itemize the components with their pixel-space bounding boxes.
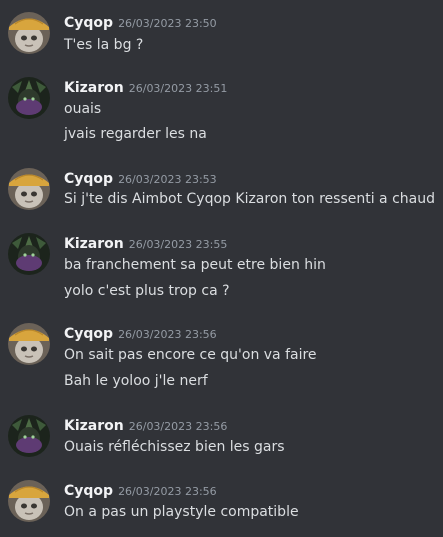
timestamp: 26/03/2023 23:56 — [128, 420, 228, 433]
kizaron-avatar-icon — [8, 415, 50, 457]
message-text: ouais — [64, 101, 102, 117]
timestamp: 26/03/2023 23:51 — [128, 82, 228, 95]
message-header: Cyqop 26/03/2023 23:56 — [64, 480, 217, 500]
username[interactable]: Cyqop — [64, 171, 113, 187]
kizaron-avatar-icon — [8, 77, 50, 119]
message-text: On sait pas encore ce qu'on va faire — [64, 347, 317, 363]
message-text: ba franchement sa peut etre bien hin — [64, 257, 326, 273]
message-header: Kizaron 26/03/2023 23:51 — [64, 77, 227, 97]
message-text: yolo c'est plus trop ca ? — [64, 283, 230, 299]
message-text: Si j'te dis Aimbot Cyqop Kizaron ton res… — [64, 191, 435, 207]
timestamp: 26/03/2023 23:53 — [118, 173, 217, 186]
message-header: Kizaron 26/03/2023 23:56 — [64, 415, 227, 435]
timestamp: 26/03/2023 23:50 — [118, 17, 217, 30]
avatar[interactable] — [8, 480, 50, 522]
timestamp: 26/03/2023 23:55 — [128, 238, 228, 251]
avatar[interactable] — [8, 12, 50, 54]
chat-messages: Cyqop 26/03/2023 23:50 T'es la bg ? Kizar… — [0, 0, 443, 537]
cyqop-avatar-icon — [8, 323, 50, 365]
message-text: On a pas un playstyle compatible — [64, 504, 299, 520]
message-text: jvais regarder les na — [64, 126, 207, 142]
username[interactable]: Kizaron — [64, 418, 124, 434]
message-text: Bah le yoloo j'le nerf — [64, 373, 208, 389]
message-text: Ouais réfléchissez bien les gars — [64, 439, 285, 455]
avatar[interactable] — [8, 233, 50, 275]
message-text: T'es la bg ? — [64, 37, 144, 53]
message-header: Cyqop 26/03/2023 23:56 — [64, 323, 217, 343]
message-header: Cyqop 26/03/2023 23:53 — [64, 168, 217, 188]
timestamp: 26/03/2023 23:56 — [118, 328, 217, 341]
timestamp: 26/03/2023 23:56 — [118, 485, 217, 498]
username[interactable]: Kizaron — [64, 236, 124, 252]
cyqop-avatar-icon — [8, 12, 50, 54]
message-header: Kizaron 26/03/2023 23:55 — [64, 233, 227, 253]
avatar[interactable] — [8, 323, 50, 365]
avatar[interactable] — [8, 415, 50, 457]
username[interactable]: Cyqop — [64, 326, 113, 342]
cyqop-avatar-icon — [8, 168, 50, 210]
cyqop-avatar-icon — [8, 480, 50, 522]
avatar[interactable] — [8, 77, 50, 119]
kizaron-avatar-icon — [8, 233, 50, 275]
username[interactable]: Cyqop — [64, 483, 113, 499]
username[interactable]: Kizaron — [64, 80, 124, 96]
username[interactable]: Cyqop — [64, 15, 113, 31]
avatar[interactable] — [8, 168, 50, 210]
message-header: Cyqop 26/03/2023 23:50 — [64, 12, 217, 32]
